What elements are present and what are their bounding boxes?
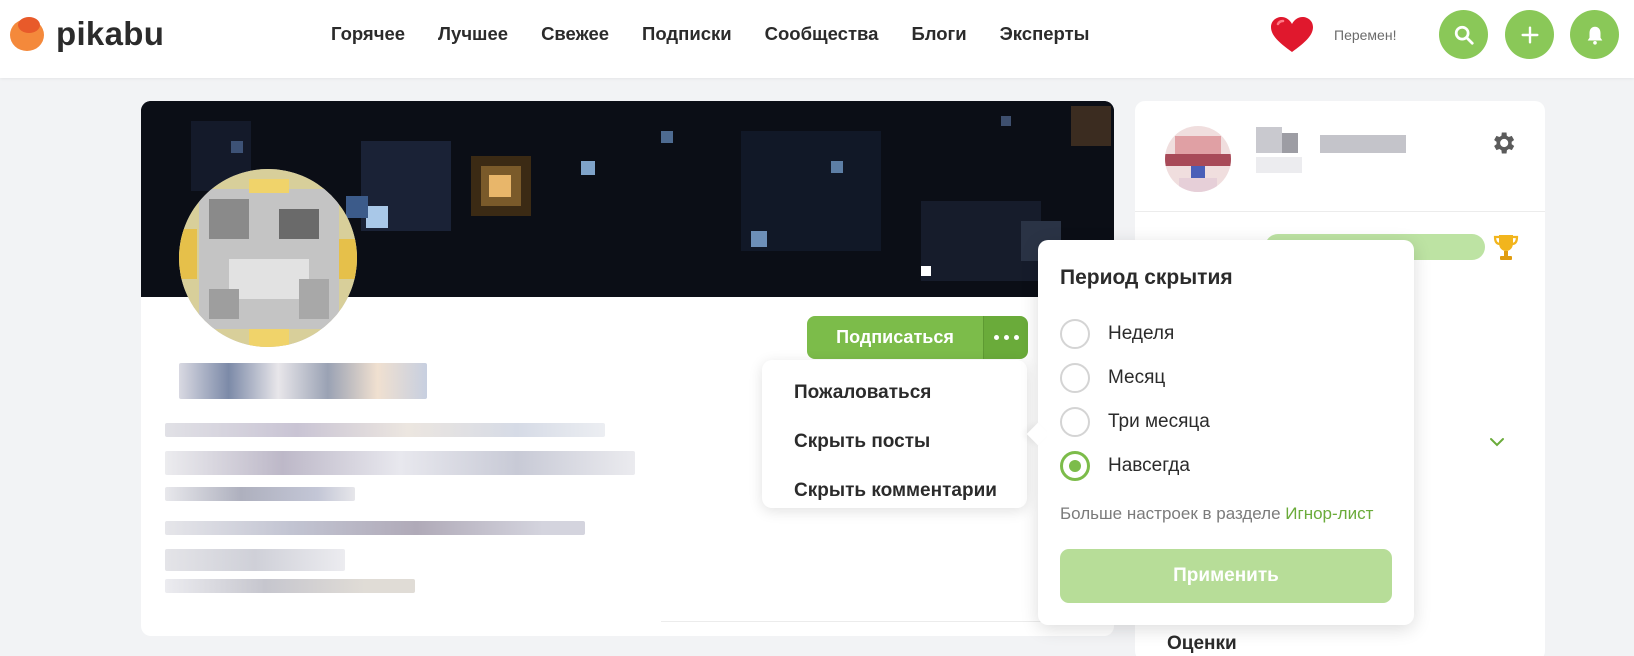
menu-item-hide-posts[interactable]: Скрыть посты bbox=[762, 419, 1027, 468]
ignore-list-link[interactable]: Игнор-лист bbox=[1285, 504, 1373, 523]
search-icon bbox=[1454, 25, 1474, 45]
menu-item-hide-comments[interactable]: Скрыть комментарии bbox=[762, 468, 1027, 517]
radio-option-forever[interactable]: Навсегда bbox=[1060, 450, 1190, 482]
ignore-list-note: Больше настроек в разделе Игнор-лист bbox=[1060, 504, 1373, 524]
radio-option-week[interactable]: Неделя bbox=[1060, 318, 1174, 350]
nav-hot[interactable]: Горячее bbox=[331, 22, 405, 46]
radio-option-month[interactable]: Месяц bbox=[1060, 362, 1165, 394]
nav-subscriptions[interactable]: Подписки bbox=[642, 22, 732, 46]
apply-button[interactable]: Применить bbox=[1060, 549, 1392, 603]
blurred-bio-line bbox=[165, 521, 585, 535]
pikabu-logo[interactable]: pikabu bbox=[8, 14, 164, 54]
more-options-button[interactable] bbox=[983, 316, 1028, 359]
nav-communities[interactable]: Сообщества bbox=[765, 22, 879, 46]
sidebar-divider bbox=[1135, 211, 1545, 212]
blurred-bio-line bbox=[165, 487, 355, 501]
settings-gear-icon[interactable] bbox=[1489, 129, 1517, 157]
pikabu-logo-icon bbox=[8, 15, 46, 53]
sidebar-user-avatar[interactable] bbox=[1165, 126, 1231, 192]
main-nav: Горячее Лучшее Свежее Подписки Сообществ… bbox=[331, 22, 1122, 46]
radio-label: Три месяца bbox=[1108, 411, 1210, 432]
logo-text: pikabu bbox=[56, 15, 165, 52]
nav-blogs[interactable]: Блоги bbox=[911, 22, 966, 46]
menu-item-report[interactable]: Пожаловаться bbox=[762, 370, 1027, 419]
subscribe-button[interactable]: Подписаться bbox=[807, 316, 983, 359]
radio-button[interactable] bbox=[1060, 363, 1090, 393]
heart-icon[interactable] bbox=[1270, 16, 1314, 54]
nav-experts[interactable]: Эксперты bbox=[1000, 22, 1090, 46]
popup-title: Период скрытия bbox=[1060, 266, 1233, 289]
nav-fresh[interactable]: Свежее bbox=[541, 22, 609, 46]
radio-option-three-months[interactable]: Три месяца bbox=[1060, 406, 1210, 438]
plus-icon bbox=[1520, 25, 1539, 44]
search-button[interactable] bbox=[1439, 10, 1488, 59]
profile-options-menu: Пожаловаться Скрыть посты Скрыть коммент… bbox=[762, 360, 1027, 508]
subscribe-group: Подписаться bbox=[807, 316, 1028, 359]
ignore-note-text: Больше настроек в разделе bbox=[1060, 504, 1281, 523]
notifications-button[interactable] bbox=[1570, 10, 1619, 59]
chevron-down-icon[interactable] bbox=[1489, 437, 1505, 447]
sidebar-username-blurred bbox=[1256, 127, 1406, 173]
nav-best[interactable]: Лучшее bbox=[438, 22, 508, 46]
add-post-button[interactable] bbox=[1505, 10, 1554, 59]
blurred-bio-line bbox=[165, 579, 415, 593]
blurred-bio-line bbox=[165, 423, 605, 437]
blurred-bio-line bbox=[165, 451, 635, 475]
user-status-text[interactable]: Перемен! bbox=[1334, 27, 1396, 43]
top-header: pikabu Горячее Лучшее Свежее Подписки Со… bbox=[0, 0, 1634, 78]
radio-button-selected[interactable] bbox=[1060, 451, 1090, 481]
dots-icon bbox=[993, 335, 999, 340]
radio-label: Навсегда bbox=[1108, 455, 1190, 476]
radio-button[interactable] bbox=[1060, 319, 1090, 349]
trophy-icon[interactable] bbox=[1493, 233, 1519, 261]
sidebar-ratings-heading[interactable]: Оценки bbox=[1167, 633, 1237, 655]
radio-label: Неделя bbox=[1108, 323, 1175, 344]
blurred-bio-line bbox=[165, 549, 345, 571]
bell-icon bbox=[1587, 26, 1602, 45]
radio-label: Месяц bbox=[1108, 367, 1166, 388]
profile-avatar[interactable] bbox=[179, 169, 357, 347]
blurred-username bbox=[179, 363, 427, 399]
radio-button[interactable] bbox=[1060, 407, 1090, 437]
hide-period-popup: Период скрытия Неделя Месяц Три месяца Н… bbox=[1026, 240, 1414, 625]
